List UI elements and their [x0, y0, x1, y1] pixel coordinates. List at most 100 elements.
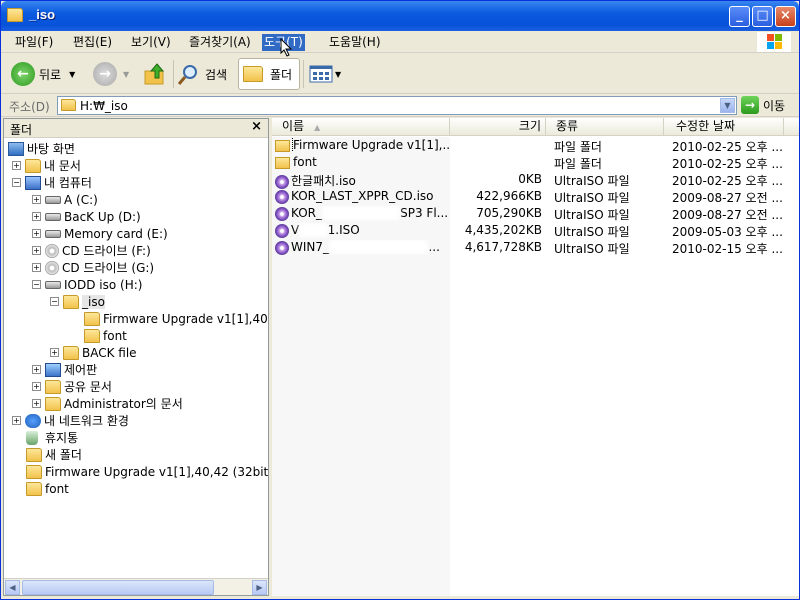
menu-edit[interactable]: 편집(E) — [71, 34, 114, 51]
tree-item-font[interactable]: font — [84, 327, 127, 344]
file-row[interactable]: Firmware Upgrade v1[1],... 파일 폴더 2010-02… — [272, 137, 799, 154]
expand-icon[interactable]: + — [50, 348, 59, 357]
maximize-button[interactable]: □ — [752, 6, 773, 27]
tree-item-desktop[interactable]: 바탕 화면 — [8, 140, 75, 157]
file-row[interactable]: KOR_xxxxxxxxxxxSP3 Fl... 705,290KB Ultra… — [272, 205, 799, 222]
forward-dropdown-icon[interactable]: ▼ — [123, 70, 129, 79]
back-dropdown-icon[interactable]: ▼ — [69, 70, 75, 79]
expand-icon[interactable]: + — [12, 416, 21, 425]
tree-item-drive-c[interactable]: + A (C:) — [32, 191, 98, 208]
tree-item-new-folder[interactable]: 새 폴더 — [26, 446, 82, 463]
file-row[interactable]: font 파일 폴더 2010-02-25 오후 ... — [272, 154, 799, 171]
close-button[interactable]: × — [775, 6, 796, 27]
menu-view[interactable]: 보기(V) — [129, 34, 173, 51]
iso-file-icon — [275, 240, 289, 255]
folder-icon — [84, 311, 100, 326]
tree-item-iso[interactable]: − _iso — [50, 293, 105, 310]
tree-item-back-file[interactable]: + BACK file — [50, 344, 137, 361]
back-button[interactable]: ← 뒤로 ▼ — [11, 58, 75, 90]
collapse-icon[interactable]: − — [32, 280, 41, 289]
toolbar: ← 뒤로 ▼ → ▼ 검색 폴더 ▼ — [1, 54, 799, 94]
iso-file-icon — [275, 174, 289, 189]
expand-icon[interactable]: + — [32, 382, 41, 391]
tree-item-shared-documents[interactable]: + 공유 문서 — [32, 378, 112, 395]
address-value: H:₩_iso — [80, 99, 128, 113]
scroll-left-icon[interactable]: ◀ — [5, 580, 20, 595]
tree-item-firmware-32bit[interactable]: Firmware Upgrade v1[1],40,42 (32bit) — [26, 463, 268, 480]
menu-help[interactable]: 도움말(H) — [327, 34, 383, 51]
collapse-icon[interactable]: − — [50, 297, 59, 306]
folders-panel-close-button[interactable]: × — [251, 119, 262, 134]
column-header-size[interactable]: 크기 — [450, 118, 546, 136]
expand-icon[interactable]: + — [32, 195, 41, 204]
tree-item-network[interactable]: + 내 네트워크 환경 — [12, 412, 129, 429]
explorer-window: _iso _ □ × 파일(F) 편집(E) 보기(V) 즐겨찾기(A) 도구(… — [0, 0, 800, 600]
tree-item-my-documents[interactable]: + 내 문서 — [12, 157, 81, 174]
address-bar: 주소(D) H:₩_iso ▼ → 이동 — [1, 95, 799, 117]
hard-drive-icon — [45, 280, 61, 289]
file-row[interactable]: 한글패치.iso 0KB UltraISO 파일 2010-02-25 오후 .… — [272, 171, 799, 189]
go-button[interactable]: → 이동 — [741, 96, 785, 114]
scroll-thumb[interactable] — [22, 580, 214, 595]
column-header-name[interactable]: 이름 ▲ — [272, 118, 450, 136]
address-dropdown-icon[interactable]: ▼ — [720, 98, 735, 113]
file-row[interactable]: Vxxxx1.ISO 4,435,202KB UltraISO 파일 2009-… — [272, 222, 799, 239]
sort-ascending-icon: ▲ — [314, 123, 321, 132]
go-label: 이동 — [763, 98, 786, 113]
folder-icon — [275, 139, 290, 152]
tree-item-firmware[interactable]: Firmware Upgrade v1[1],40,4 — [84, 310, 268, 327]
tree-item-drive-g[interactable]: + CD 드라이브 (G:) — [32, 259, 154, 276]
folders-button[interactable]: 폴더 — [238, 58, 300, 90]
views-button[interactable]: ▼ — [309, 58, 341, 90]
menu-favorites[interactable]: 즐겨찾기(A) — [187, 34, 253, 51]
column-header-date[interactable]: 수정한 날짜 — [664, 118, 784, 136]
up-folder-button[interactable] — [143, 58, 167, 90]
up-folder-icon — [144, 63, 165, 85]
tree-item-font-root[interactable]: font — [26, 480, 69, 497]
file-list: 이름 ▲ 크기 종류 수정한 날짜 Firmware Upgrade v1[1],… — [272, 118, 799, 596]
file-row[interactable]: KOR_LAST_XPPR_CD.iso 422,966KB UltraISO … — [272, 188, 799, 205]
scroll-right-icon[interactable]: ▶ — [252, 580, 267, 595]
folders-panel-header: 폴더 × — [4, 119, 268, 138]
tree-item-drive-f[interactable]: + CD 드라이브 (F:) — [32, 242, 151, 259]
tree-item-control-panel[interactable]: + 제어판 — [32, 361, 97, 378]
tree-item-recycle-bin[interactable]: 휴지통 — [26, 429, 78, 446]
tree-item-my-computer[interactable]: − 내 컴퓨터 — [12, 174, 92, 191]
folder-icon — [45, 396, 61, 411]
folders-panel-title: 폴더 — [10, 123, 33, 137]
search-icon — [177, 65, 197, 85]
folders-icon — [243, 66, 263, 82]
folder-tree-horizontal-scrollbar[interactable]: ◀ ▶ — [4, 578, 268, 595]
minimize-button[interactable]: _ — [729, 6, 750, 27]
column-header-type[interactable]: 종류 — [546, 118, 664, 136]
search-label: 검색 — [205, 67, 228, 82]
folder-icon — [84, 328, 100, 343]
address-input[interactable]: H:₩_iso ▼ — [57, 96, 737, 115]
title-bar[interactable]: _iso _ □ × — [1, 1, 799, 31]
recycle-bin-icon — [26, 430, 38, 445]
expand-icon[interactable]: + — [32, 212, 41, 221]
search-button[interactable]: 검색 — [177, 58, 227, 90]
address-label: 주소(D) — [9, 100, 50, 114]
expand-icon[interactable]: + — [32, 399, 41, 408]
documents-icon — [25, 158, 41, 173]
tree-item-drive-h[interactable]: − IODD iso (H:) — [32, 276, 142, 293]
collapse-icon[interactable]: − — [12, 178, 21, 187]
forward-button[interactable]: → ▼ — [93, 58, 129, 90]
tree-item-drive-d[interactable]: + BacK Up (D:) — [32, 208, 141, 225]
computer-icon — [25, 175, 41, 190]
desktop-icon — [8, 141, 24, 156]
expand-icon[interactable]: + — [32, 263, 41, 272]
hard-drive-icon — [45, 195, 61, 204]
tree-item-admin-documents[interactable]: + Administrator의 문서 — [32, 395, 183, 412]
menu-file[interactable]: 파일(F) — [13, 34, 55, 51]
folder-icon — [63, 345, 79, 360]
expand-icon[interactable]: + — [12, 161, 21, 170]
expand-icon[interactable]: + — [32, 365, 41, 374]
tree-item-drive-e[interactable]: + Memory card (E:) — [32, 225, 168, 242]
expand-icon[interactable]: + — [32, 229, 41, 238]
back-arrow-icon: ← — [11, 62, 35, 86]
expand-icon[interactable]: + — [32, 246, 41, 255]
file-row[interactable]: WIN7_xxxxxxxxxxxxxx... 4,617,728KB Ultra… — [272, 239, 799, 256]
folder-icon — [26, 481, 42, 496]
